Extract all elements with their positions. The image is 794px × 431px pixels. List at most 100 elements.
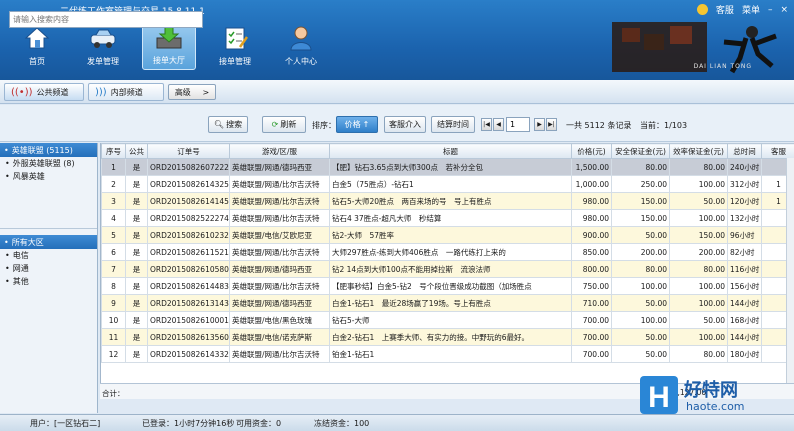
total-label: 合计： <box>102 389 125 398</box>
panel-divider <box>0 183 97 229</box>
col-header[interactable]: 安全保证金(元) <box>611 143 670 159</box>
table-cell: 50.00 <box>611 345 670 363</box>
col-header[interactable]: 公共 <box>125 143 148 159</box>
table-row[interactable]: 11是ORD20150826135605001英雄联盟/电信/诺克萨斯白金2-钻… <box>101 328 794 346</box>
table-cell: 是 <box>125 260 148 278</box>
col-header[interactable]: 总时间 <box>727 143 762 159</box>
table-cell: 6 <box>101 243 126 261</box>
table-cell: 英雄联盟/电信/黑色玫瑰 <box>229 311 330 329</box>
table-row[interactable]: 2是ORD20150826143251001英雄联盟/网通/比尔吉沃特白金5（7… <box>101 175 794 193</box>
settle-time-button[interactable]: 结算时间 <box>431 116 475 133</box>
region-filter-selected[interactable]: 所有大区 <box>0 235 97 249</box>
next-page-button[interactable]: ▶ <box>534 118 545 131</box>
col-header[interactable]: 序号 <box>101 143 126 159</box>
table-cell: 50.00 <box>611 226 670 244</box>
table-cell: 800.00 <box>571 260 612 278</box>
last-page-button[interactable]: ▶| <box>546 118 557 131</box>
table-cell: 312小时 <box>727 175 762 193</box>
table-cell: 980.00 <box>571 209 612 227</box>
table-row[interactable]: 8是ORD20150826144835001英雄联盟/网通/比尔吉沃特【肥事秒结… <box>101 277 794 295</box>
table-cell: 5 <box>101 226 126 244</box>
support-intervene-button[interactable]: 客服介入 <box>384 116 426 133</box>
game-filter-item[interactable]: 风暴英雄 <box>0 170 97 183</box>
table-cell: 钻2 14点到大师100点不能用掉拉斯 流浪法师 <box>329 260 572 278</box>
table-cell: 100.00 <box>669 328 728 346</box>
table-cell: 200.00 <box>669 243 728 261</box>
table-cell: 100.00 <box>611 311 670 329</box>
table-cell: ORD20150826072220001 <box>147 158 230 176</box>
tab-public-channel[interactable]: ((•)) 公共频道 <box>4 83 84 101</box>
table-cell: 700.00 <box>571 345 612 363</box>
table-cell: 是 <box>125 311 148 329</box>
table-cell: 80.00 <box>669 345 728 363</box>
table-cell: 700.00 <box>571 328 612 346</box>
prev-page-button[interactable]: ◀ <box>493 118 504 131</box>
search-input[interactable] <box>9 11 203 28</box>
table-cell: 168小时 <box>727 311 762 329</box>
nav-personal-center[interactable]: 个人中心 <box>274 20 328 70</box>
table-row[interactable]: 6是ORD20150826115218003英雄联盟/网通/比尔吉沃特大师297… <box>101 243 794 261</box>
table-row[interactable]: 10是ORD20150826100010002英雄联盟/电信/黑色玫瑰钻石5-大… <box>101 311 794 329</box>
advanced-button[interactable]: 高级 > <box>168 84 216 100</box>
first-page-button[interactable]: |◀ <box>481 118 492 131</box>
brand-text: DAI LIAN TONG <box>693 63 752 70</box>
region-filter-item[interactable]: 其他 <box>0 275 97 288</box>
table-cell: 132小时 <box>727 209 762 227</box>
table-cell: 700.00 <box>571 311 612 329</box>
table-row[interactable]: 7是ORD20150826105808001英雄联盟/网通/德玛西亚钻2 14点… <box>101 260 794 278</box>
col-header[interactable]: 价格(元) <box>571 143 612 159</box>
status-bar: 用户：[一区钻石二] 已登录：1小时7分钟16秒 可用资金：0 冻结资金：100 <box>0 414 794 431</box>
table-cell: 2 <box>101 175 126 193</box>
vertical-scrollbar[interactable] <box>786 158 794 383</box>
left-filter-panel: 英雄联盟 (5115) 外服英雄联盟 (8) 风暴英雄 所有大区 电信 网通 其… <box>0 143 98 413</box>
game-filter-item[interactable]: 外服英雄联盟 (8) <box>0 157 97 170</box>
table-cell: 英雄联盟/电信/诺克萨斯 <box>229 328 330 346</box>
col-header[interactable]: 客服 <box>761 143 794 159</box>
table-cell: 铂金1-钻石1 <box>329 345 572 363</box>
table-cell: 白金1-钻石1 最近28场赢了19场。号上有胜点 <box>329 294 572 312</box>
table-cell: 900.00 <box>571 226 612 244</box>
tab-internal-channel[interactable]: ))) 内部频道 <box>88 83 164 101</box>
nav-label: 发单管理 <box>87 57 119 66</box>
refresh-button[interactable]: ⟳ 刷新 <box>262 116 306 133</box>
table-row[interactable]: 1是ORD20150826072220001英雄联盟/网通/德玛西亚【肥】钻石3… <box>101 158 794 176</box>
nav-label: 首页 <box>29 57 45 66</box>
table-cell: 3 <box>101 192 126 210</box>
table-row[interactable]: 12是ORD20150826143324002英雄联盟/网通/比尔吉沃特铂金1-… <box>101 345 794 363</box>
table-cell: 【肥事秒结】白金5-钻2 号个段位晋级成功截图（加场胜点 <box>329 277 572 295</box>
col-header[interactable]: 订单号 <box>147 143 230 159</box>
table-cell: 116小时 <box>727 260 762 278</box>
table-row[interactable]: 4是ORD20150825222741001英雄联盟/网通/比尔吉沃特钻石4 3… <box>101 209 794 227</box>
record-count: 一共 5112 条记录 <box>566 121 632 130</box>
minimize-icon[interactable]: – <box>768 5 773 15</box>
nav-order-manage[interactable]: 接单管理 <box>208 20 262 70</box>
table-row[interactable]: 9是ORD20150826131439001英雄联盟/网通/德玛西亚白金1-钻石… <box>101 294 794 312</box>
search-button[interactable]: 🔍︎ 搜索 <box>208 116 248 133</box>
col-header[interactable]: 游戏/区/服 <box>229 143 330 159</box>
region-filter-item[interactable]: 电信 <box>0 249 97 262</box>
col-header[interactable]: 标题 <box>329 143 572 159</box>
close-icon[interactable]: × <box>780 5 788 15</box>
table-cell: 100.00 <box>669 277 728 295</box>
table-cell: 50.00 <box>669 311 728 329</box>
refresh-label: 刷新 <box>280 120 297 129</box>
table-cell: 钻2-大师 57胜率 <box>329 226 572 244</box>
table-cell: 144小时 <box>727 328 762 346</box>
page-input[interactable] <box>506 117 530 132</box>
game-filter-selected[interactable]: 英雄联盟 (5115) <box>0 143 97 157</box>
table-cell: 是 <box>125 158 148 176</box>
table-cell: 是 <box>125 209 148 227</box>
region-filter-item[interactable]: 网通 <box>0 262 97 275</box>
sort-price-button[interactable]: 价格 ↑ <box>336 116 378 133</box>
table-cell: 【肥】钻石3.65点到大师300点 若补分全包 <box>329 158 572 176</box>
table-cell: ORD20150826135605001 <box>147 328 230 346</box>
table-cell: 英雄联盟/网通/比尔吉沃特 <box>229 192 330 210</box>
nav-label: 接单管理 <box>219 57 251 66</box>
table-row[interactable]: 5是ORD20150826102328001英雄联盟/电信/艾欧尼亚钻2-大师 … <box>101 226 794 244</box>
table-cell: 英雄联盟/网通/比尔吉沃特 <box>229 345 330 363</box>
table-cell: 150.00 <box>611 192 670 210</box>
col-header[interactable]: 效率保证金(元) <box>669 143 728 159</box>
table-cell: 12 <box>101 345 126 363</box>
table-row[interactable]: 3是ORD20150826141459002英雄联盟/网通/比尔吉沃特钻石5-大… <box>101 192 794 210</box>
search-icon: 🔍︎ <box>213 120 225 129</box>
